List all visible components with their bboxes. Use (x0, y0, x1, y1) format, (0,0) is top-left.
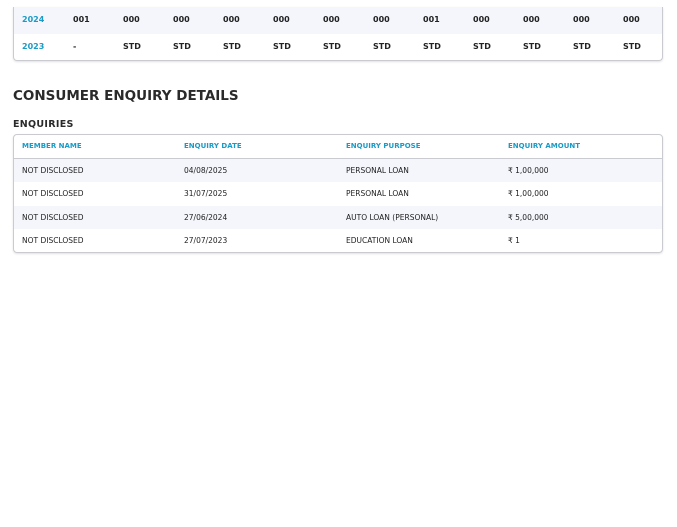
history-row: 2024 001 000 000 000 000 000 000 001 000 000 000 000 (14, 7, 662, 34)
enquiry-purpose-cell: AUTO LOAN (PERSONAL) (346, 212, 439, 222)
month-status: 000 (373, 15, 390, 24)
table-header: MEMBER NAME ENQUIRY DATE ENQUIRY PURPOSE… (14, 135, 662, 159)
enquiry-amount-cell: ₹ 1 (508, 235, 520, 245)
month-status: STD (373, 41, 391, 51)
month-status: STD (423, 41, 441, 51)
month-status: STD (523, 41, 541, 51)
enquiry-purpose-cell: PERSONAL LOAN (346, 166, 409, 175)
enquiry-amount-cell: ₹ 1,00,000 (508, 166, 549, 175)
month-status: 000 (273, 15, 290, 24)
enquiries-table: MEMBER NAME ENQUIRY DATE ENQUIRY PURPOSE… (13, 134, 663, 253)
table-row: NOT DISCLOSED 31/07/2025 PERSONAL LOAN ₹ 1,… (14, 182, 662, 205)
payment-history-table: 2024 001 000 000 000 000 000 000 001 000 000 000 000… (13, 7, 663, 61)
header-enquiry-purpose: ENQUIRY PURPOSE (346, 142, 421, 150)
year-label: 2024 (22, 15, 45, 24)
month-status: 000 (173, 15, 190, 24)
month-status: 000 (573, 15, 590, 24)
enquiry-amount-cell: ₹ 5,00,000 (508, 212, 549, 222)
enquiry-date-cell: 27/07/2023 (184, 235, 228, 245)
month-status: STD (223, 41, 241, 51)
month-status: STD (173, 41, 191, 51)
table-row: NOT DISCLOSED 27/07/2023 EDUCATION LOAN ₹ 1 (14, 229, 662, 252)
member-name-cell: NOT DISCLOSED (22, 212, 84, 222)
enquiry-amount-cell: ₹ 1,00,000 (508, 189, 549, 199)
month-status: 001 (73, 15, 90, 24)
month-status: STD (273, 41, 291, 51)
member-name-cell: NOT DISCLOSED (22, 235, 84, 245)
member-name-cell: NOT DISCLOSED (22, 166, 84, 175)
enquiry-purpose-cell: PERSONAL LOAN (346, 189, 409, 199)
month-status: STD (123, 41, 141, 51)
header-member-name: MEMBER NAME (22, 142, 82, 150)
enquiry-date-cell: 31/07/2025 (184, 189, 228, 199)
history-row: 2023 - STD STD STD STD STD STD STD STD STD STD STD (14, 34, 662, 61)
table-row: NOT DISCLOSED 04/08/2025 PERSONAL LOAN ₹ 1,… (14, 159, 662, 183)
month-status: STD (623, 41, 641, 51)
month-status: 000 (473, 15, 490, 24)
enquiry-date-cell: 27/06/2024 (184, 212, 228, 222)
table-row: NOT DISCLOSED 27/06/2024 AUTO LOAN (PERSON… (14, 205, 662, 229)
header-enquiry-amount: ENQUIRY AMOUNT (508, 142, 581, 150)
month-status: 001 (423, 15, 440, 24)
member-name-cell: NOT DISCLOSED (22, 189, 84, 199)
month-status: 000 (623, 15, 640, 24)
subsection-title: ENQUIRIES (13, 119, 74, 130)
month-status: - (73, 41, 77, 51)
year-label: 2023 (22, 41, 45, 51)
month-status: 000 (123, 15, 140, 24)
month-status: STD (323, 41, 341, 51)
month-status: 000 (223, 15, 240, 24)
month-status: 000 (523, 15, 540, 24)
enquiry-date-cell: 04/08/2025 (184, 166, 228, 175)
month-status: 000 (323, 15, 340, 24)
header-enquiry-date: ENQUIRY DATE (184, 142, 242, 150)
enquiry-purpose-cell: EDUCATION LOAN (346, 235, 413, 245)
month-status: STD (573, 41, 591, 51)
section-title: CONSUMER ENQUIRY DETAILS (13, 88, 239, 104)
month-status: STD (473, 41, 491, 51)
